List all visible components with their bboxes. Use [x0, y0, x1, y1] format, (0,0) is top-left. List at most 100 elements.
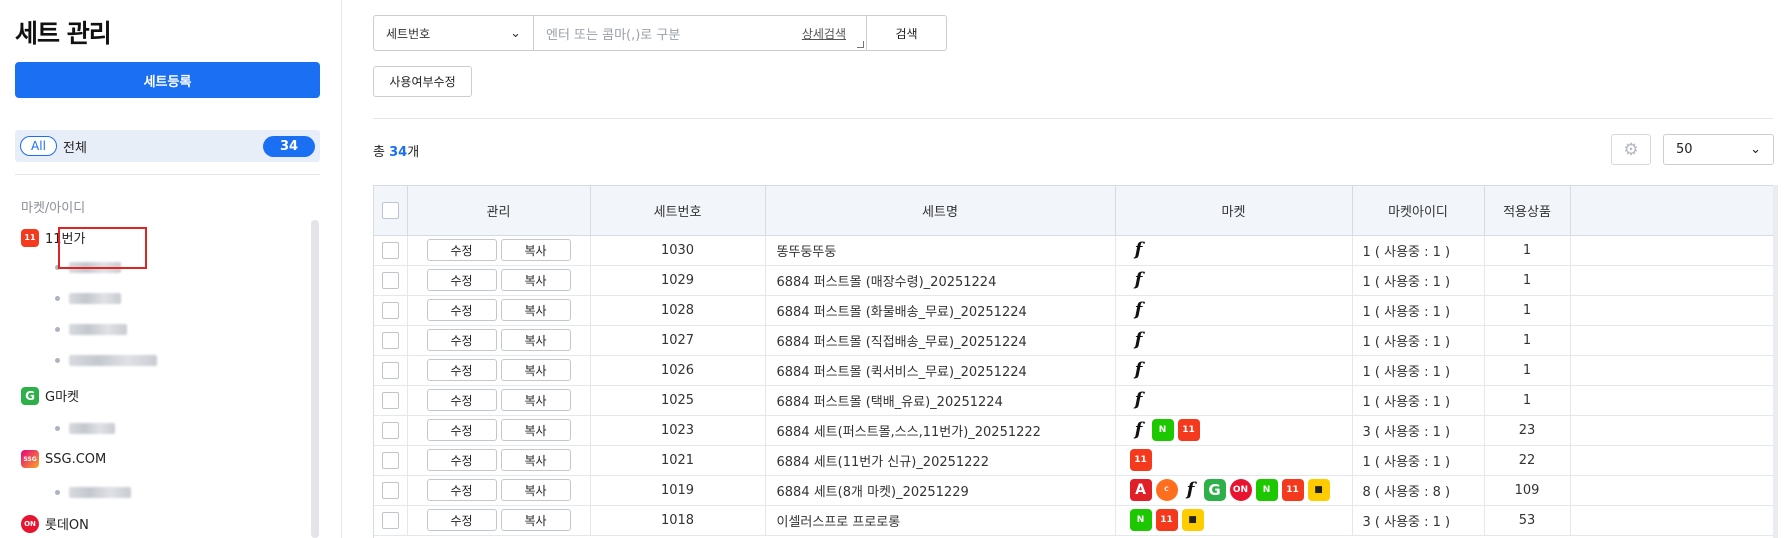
edit-button[interactable]: 수정 — [426, 299, 497, 321]
advanced-search-link[interactable]: 상세검색 — [802, 25, 846, 42]
row-checkbox[interactable] — [381, 391, 399, 409]
ssg-logo-icon: SSG — [21, 450, 39, 468]
row-checkbox[interactable] — [381, 421, 399, 439]
sidebar: 세트 관리 세트등록 All 전체 34 마켓/아이디 11 11번가 G G마… — [0, 0, 342, 538]
copy-button[interactable]: 복사 — [500, 449, 571, 471]
market-account: 1 ( 사용중 : 1 ) — [1352, 235, 1485, 266]
firstmall-icon: f — [1134, 269, 1143, 290]
market-item-gmarket[interactable]: G G마켓 — [21, 386, 79, 405]
chevron-down-icon: ⌄ — [1750, 142, 1761, 157]
set-no: 1025 — [590, 385, 766, 416]
set-name: 6884 퍼스트몰 (매장수령)_20251224 — [765, 265, 1116, 296]
market-icons: N 11 ■ — [1115, 505, 1353, 536]
row-checkbox[interactable] — [381, 361, 399, 379]
manage-cell: 수정 복사 — [407, 505, 591, 536]
row-checkbox[interactable] — [381, 511, 399, 529]
copy-button[interactable]: 복사 — [500, 419, 571, 441]
market-item-ssg[interactable]: SSG SSG.COM — [21, 450, 106, 468]
lotteon-icon: ON — [1229, 479, 1252, 501]
copy-button[interactable]: 복사 — [500, 389, 571, 411]
account-item[interactable] — [55, 355, 157, 366]
market-account: 1 ( 사용중 : 1 ) — [1352, 265, 1485, 296]
copy-button[interactable]: 복사 — [500, 359, 571, 381]
row-select-cell — [374, 355, 408, 386]
bullet-icon — [55, 358, 60, 363]
row-checkbox[interactable] — [381, 481, 399, 499]
search-type-value: 세트번호 — [386, 26, 431, 41]
search-input[interactable]: 엔터 또는 콤마(,)로 구분 상세검색 — [534, 15, 867, 51]
manage-cell: 수정 복사 — [407, 445, 591, 476]
set-register-button[interactable]: 세트등록 — [15, 62, 320, 98]
edit-button[interactable]: 수정 — [426, 479, 497, 501]
edit-button[interactable]: 수정 — [426, 269, 497, 291]
resize-handle-icon[interactable] — [857, 41, 864, 48]
firstmall-icon: f — [1134, 329, 1143, 350]
edit-button[interactable]: 수정 — [426, 239, 497, 261]
edit-button[interactable]: 수정 — [426, 509, 497, 531]
firstmall-icon: f — [1134, 419, 1143, 440]
use-toggle-button[interactable]: 사용여부수정 — [373, 66, 472, 97]
settings-button[interactable]: ⚙ — [1611, 134, 1651, 165]
row-checkbox[interactable] — [381, 241, 399, 259]
extra-cell — [1570, 505, 1775, 536]
bullet-icon — [55, 426, 60, 431]
gmarket-logo-icon: G — [21, 386, 39, 405]
market-icons: f N 11 — [1115, 415, 1353, 446]
row-checkbox[interactable] — [381, 451, 399, 469]
row-checkbox[interactable] — [381, 301, 399, 319]
market-account: 8 ( 사용중 : 8 ) — [1352, 475, 1485, 506]
sidebar-scrollbar[interactable] — [311, 220, 319, 538]
select-all-checkbox[interactable] — [381, 201, 399, 219]
masked-account — [69, 324, 127, 335]
set-no: 1026 — [590, 355, 766, 386]
market-icons: f — [1115, 235, 1353, 266]
edit-button-highlight — [58, 227, 147, 269]
per-page-select[interactable]: 50 ⌄ — [1663, 134, 1774, 165]
total-suffix: 개 — [407, 145, 420, 160]
copy-button[interactable]: 복사 — [500, 269, 571, 291]
account-item[interactable] — [55, 324, 127, 335]
extra-cell — [1570, 295, 1775, 326]
market-icons: f — [1115, 355, 1353, 386]
coupang-icon: C — [1155, 479, 1178, 501]
copy-button[interactable]: 복사 — [500, 509, 571, 531]
table-row: 수정 복사 1021 6884 세트(11번가 신규)_20251222 11 1 ( 사… — [374, 445, 1775, 476]
copy-button[interactable]: 복사 — [500, 299, 571, 321]
masked-account — [69, 355, 157, 366]
copy-button[interactable]: 복사 — [500, 329, 571, 351]
edit-button[interactable]: 수정 — [426, 419, 497, 441]
divider — [15, 174, 320, 175]
set-name: 6884 세트(8개 마켓)_20251229 — [765, 475, 1116, 506]
row-checkbox[interactable] — [381, 331, 399, 349]
copy-button[interactable]: 복사 — [500, 479, 571, 501]
copy-button[interactable]: 복사 — [500, 239, 571, 261]
row-checkbox[interactable] — [381, 271, 399, 289]
filter-all[interactable]: All 전체 34 — [15, 130, 320, 162]
page-title: 세트 관리 — [15, 19, 112, 48]
table-scrollbar[interactable] — [1773, 185, 1778, 538]
firstmall-icon: f — [1134, 389, 1143, 410]
search-type-select[interactable]: 세트번호 ⌄ — [373, 15, 534, 51]
edit-button[interactable]: 수정 — [426, 449, 497, 471]
market-icons: f — [1115, 265, 1353, 296]
market-item-lotteon[interactable]: ON 롯데ON — [21, 514, 89, 533]
manage-cell: 수정 복사 — [407, 475, 591, 506]
firstmall-icon: f — [1134, 239, 1143, 260]
manage-cell: 수정 복사 — [407, 355, 591, 386]
market-icons: 11 — [1115, 445, 1353, 476]
all-label: 전체 — [63, 140, 87, 156]
edit-button[interactable]: 수정 — [426, 389, 497, 411]
extra-cell — [1570, 385, 1775, 416]
col-applied: 적용상품 — [1484, 186, 1571, 236]
set-name: 6884 퍼스트몰 (직접배송_무료)_20251224 — [765, 325, 1116, 356]
search-button[interactable]: 검색 — [867, 15, 947, 51]
set-name: 이셀러스프로 프로로롱 — [765, 505, 1116, 536]
per-page-value: 50 — [1676, 142, 1693, 157]
account-item[interactable] — [55, 487, 131, 498]
account-item[interactable] — [55, 423, 115, 434]
account-item[interactable] — [55, 293, 121, 304]
edit-button[interactable]: 수정 — [426, 329, 497, 351]
lotteon-logo-icon: ON — [21, 514, 39, 533]
applied-count: 23 — [1484, 415, 1571, 446]
edit-button[interactable]: 수정 — [426, 359, 497, 381]
